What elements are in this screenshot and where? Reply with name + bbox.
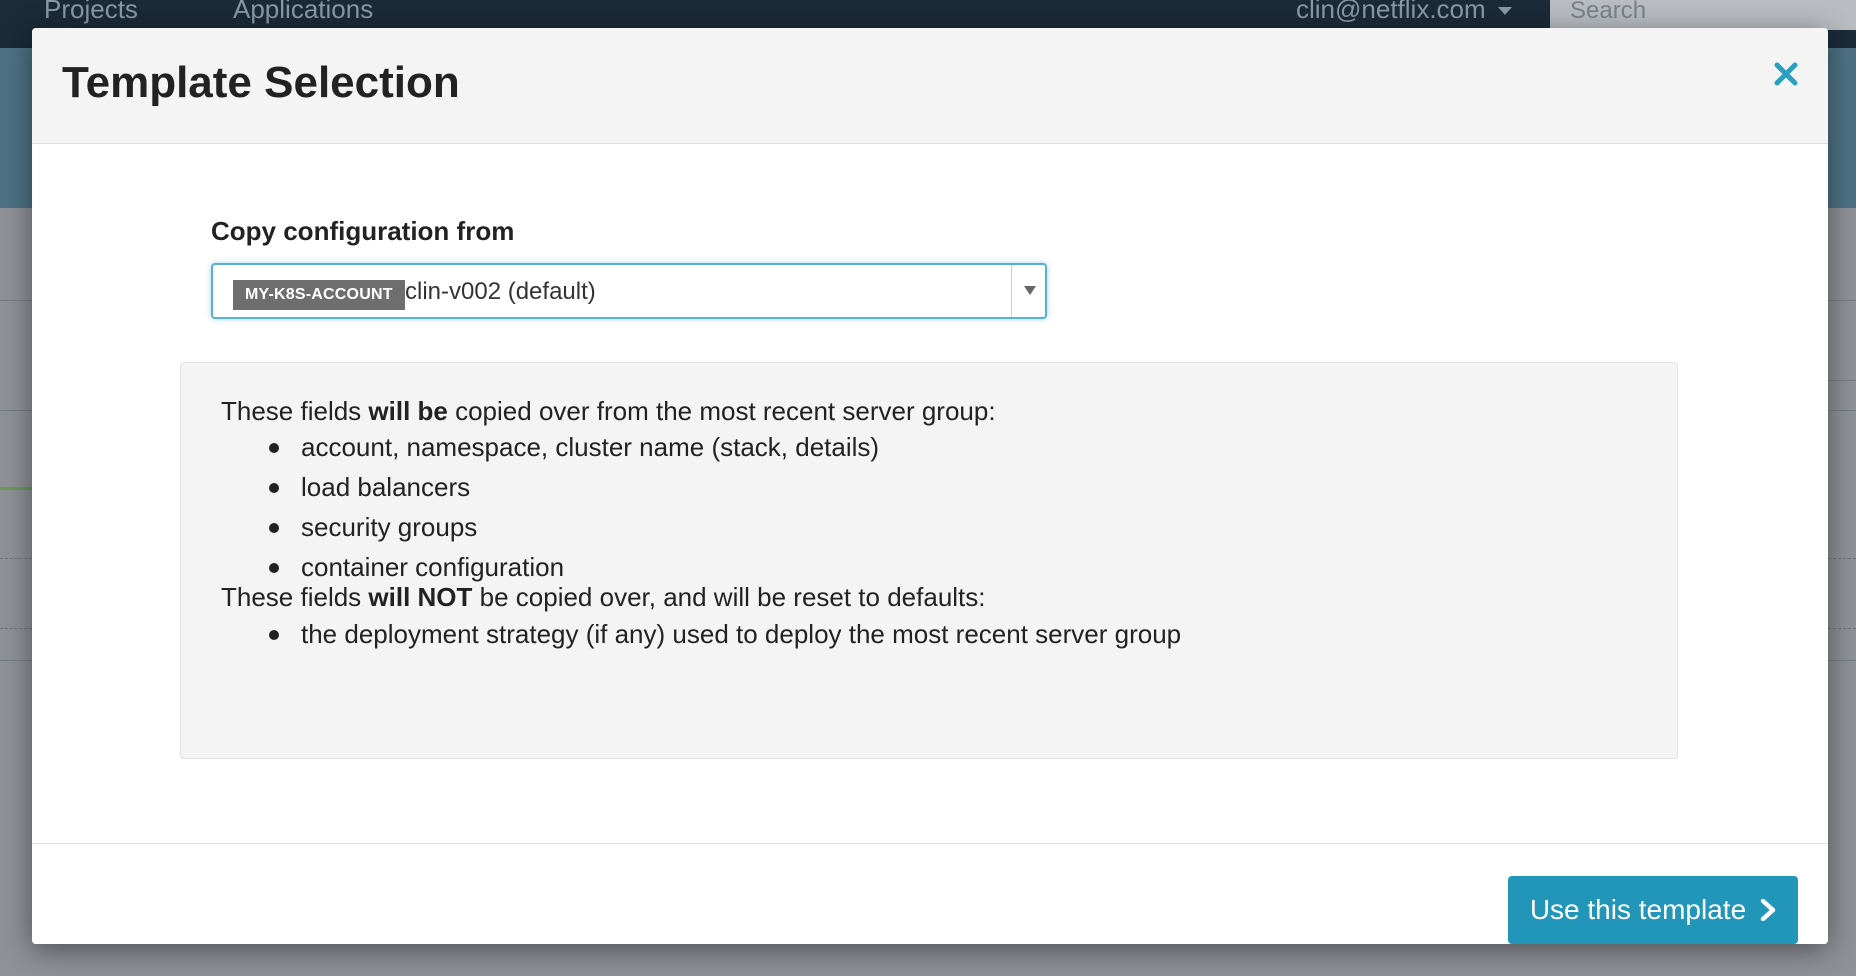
- copied-intro-text: These fields: [221, 396, 369, 426]
- copied-intro-emphasis: will be: [368, 396, 448, 426]
- dropdown-arrow-icon[interactable]: [1024, 286, 1036, 295]
- list-item: container configuration: [221, 547, 879, 587]
- caret-down-icon: [1497, 7, 1512, 16]
- background-active-underline: [0, 487, 32, 490]
- list-item: load balancers: [221, 467, 879, 507]
- select-divider: [1011, 265, 1012, 317]
- nav-projects[interactable]: Projects: [44, 0, 138, 25]
- list-item: the deployment strategy (if any) used to…: [221, 614, 1181, 654]
- template-selection-modal: Template Selection Copy configuration fr…: [32, 28, 1828, 944]
- copied-fields-intro: These fields will be copied over from th…: [221, 396, 996, 427]
- user-email: clin@netflix.com: [1296, 0, 1486, 24]
- background-divider: [0, 300, 32, 301]
- close-icon: [1774, 62, 1798, 86]
- modal-header: Template Selection: [32, 28, 1828, 144]
- background-divider: [1828, 410, 1856, 411]
- copy-config-label: Copy configuration from: [211, 216, 515, 246]
- use-template-button[interactable]: Use this template: [1508, 876, 1798, 944]
- not-copied-intro-text-end: be copied over, and will be reset to def…: [472, 582, 986, 612]
- list-item: security groups: [221, 507, 879, 547]
- copied-fields-list: account, namespace, cluster name (stack,…: [221, 427, 879, 587]
- background-dashed-line: [0, 628, 32, 629]
- not-copied-fields-intro: These fields will NOT be copied over, an…: [221, 582, 986, 613]
- close-button[interactable]: [1766, 54, 1806, 94]
- modal-title: Template Selection: [62, 58, 460, 107]
- list-item: account, namespace, cluster name (stack,…: [221, 427, 879, 467]
- copy-info-panel: These fields will be copied over from th…: [180, 362, 1678, 759]
- user-menu[interactable]: clin@netflix.com: [1296, 0, 1512, 25]
- background-dashed-line: [1828, 628, 1856, 629]
- copy-config-select[interactable]: MY-K8S-ACCOUNT clin-v002 (default): [211, 263, 1047, 319]
- not-copied-intro-text: These fields: [221, 582, 369, 612]
- background-divider: [0, 410, 32, 411]
- modal-body: Copy configuration from MY-K8S-ACCOUNT c…: [32, 144, 1828, 843]
- not-copied-fields-list: the deployment strategy (if any) used to…: [221, 614, 1181, 654]
- selected-server-group: clin-v002 (default): [405, 278, 596, 305]
- account-tag: MY-K8S-ACCOUNT: [233, 280, 405, 310]
- search-input[interactable]: Search: [1550, 0, 1856, 30]
- use-template-label: Use this template: [1529, 894, 1747, 925]
- background-dashed-line: [0, 558, 32, 559]
- chevron-right-icon: [1760, 899, 1776, 921]
- background-divider: [1828, 660, 1856, 661]
- background-divider: [0, 660, 32, 661]
- background-divider: [1828, 380, 1856, 381]
- not-copied-intro-emphasis: will NOT: [368, 582, 473, 612]
- modal-footer: Use this template: [32, 843, 1828, 944]
- background-dashed-line: [1828, 558, 1856, 559]
- copied-intro-text-end: copied over from the most recent server …: [447, 396, 996, 426]
- background-divider: [1828, 300, 1856, 301]
- nav-applications[interactable]: Applications: [233, 0, 373, 25]
